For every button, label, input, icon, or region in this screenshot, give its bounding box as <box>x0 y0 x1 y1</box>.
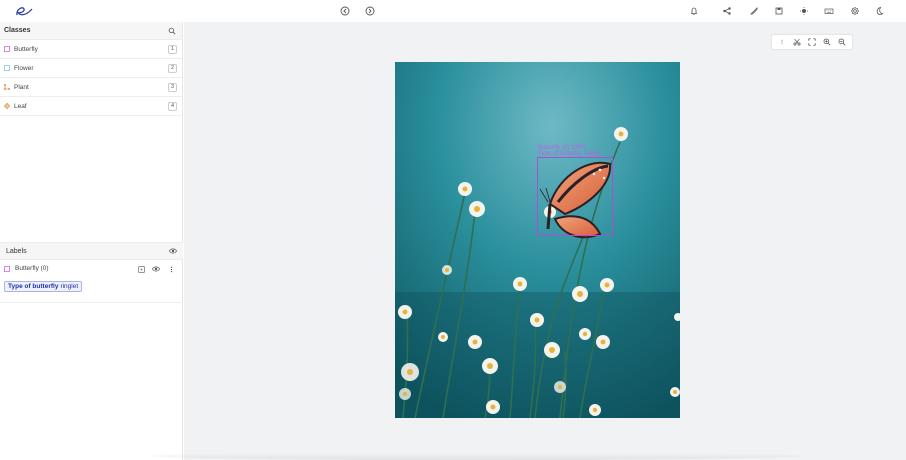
class-name: Flower <box>14 64 34 72</box>
polygon-icon <box>4 84 10 90</box>
app-logo[interactable] <box>14 3 34 19</box>
scroll-shadow <box>150 452 800 460</box>
class-item-plant[interactable]: Plant 3 <box>0 78 182 97</box>
brightness-icon[interactable] <box>798 5 810 17</box>
classes-title: Classes <box>4 27 31 34</box>
zoom-in-icon[interactable] <box>823 38 832 47</box>
classes-header: Classes <box>0 22 182 40</box>
eye-icon[interactable] <box>152 265 160 273</box>
class-name: Butterfly <box>14 45 38 53</box>
bounding-box-icon <box>4 65 10 71</box>
class-name: Leaf <box>14 102 27 110</box>
undo-icon[interactable] <box>339 5 351 17</box>
zoom-out-icon[interactable] <box>838 38 847 47</box>
class-shortcut-badge: 3 <box>168 82 177 92</box>
bell-icon[interactable] <box>688 5 700 17</box>
attribute-key: Type of butterfly <box>8 283 59 290</box>
keyboard-icon[interactable] <box>823 5 835 17</box>
class-name: Plant <box>14 83 29 91</box>
attribute-chip[interactable]: Type of butterfly ringlet <box>4 281 83 292</box>
more-vertical-icon[interactable] <box>167 265 175 273</box>
bounding-box-label: Butterfly (0) 100% Type of butterfly: ri… <box>538 145 600 157</box>
image-butterfly-flowers[interactable] <box>395 62 680 418</box>
label-item[interactable]: Butterfly (0) Type of butterfly ringlet <box>0 261 183 303</box>
label-actions <box>137 265 175 273</box>
class-item-butterfly[interactable]: Butterfly 1 <box>0 40 182 59</box>
class-item-leaf[interactable]: Leaf 4 <box>0 97 182 116</box>
labels-header: Labels <box>0 242 183 260</box>
save-icon[interactable] <box>773 5 785 17</box>
sidebar: Classes Butterfly 1 Flower 2 Plant 3 Lea… <box>0 22 183 460</box>
labels-title: Labels <box>6 247 27 255</box>
bounding-box-icon <box>4 266 10 272</box>
class-shortcut-badge: 1 <box>168 44 177 54</box>
redo-icon[interactable] <box>364 5 376 17</box>
fit-screen-icon[interactable] <box>807 38 816 47</box>
scissors-icon[interactable] <box>792 38 801 47</box>
search-icon[interactable] <box>168 27 176 35</box>
moon-icon[interactable] <box>873 5 885 17</box>
point-icon <box>4 103 10 109</box>
class-shortcut-badge: 2 <box>168 63 177 73</box>
gear-icon[interactable] <box>849 5 861 17</box>
bounding-box-icon <box>4 46 10 52</box>
top-toolbar <box>0 0 906 22</box>
label-name: Butterfly (0) <box>15 265 49 272</box>
bbox-attribute: Type of butterfly: ringlet <box>538 151 601 157</box>
class-item-flower[interactable]: Flower 2 <box>0 59 182 78</box>
bounding-box-butterfly[interactable] <box>537 157 613 236</box>
class-shortcut-badge: 4 <box>168 101 177 111</box>
eye-icon[interactable] <box>169 247 177 255</box>
share-icon[interactable] <box>721 5 733 17</box>
drag-handle-icon[interactable] <box>777 38 786 47</box>
focus-box-icon[interactable] <box>137 265 145 273</box>
zoom-toolbar <box>772 35 852 49</box>
attribute-value: ringlet <box>60 283 79 290</box>
tag-icon[interactable] <box>748 5 760 17</box>
